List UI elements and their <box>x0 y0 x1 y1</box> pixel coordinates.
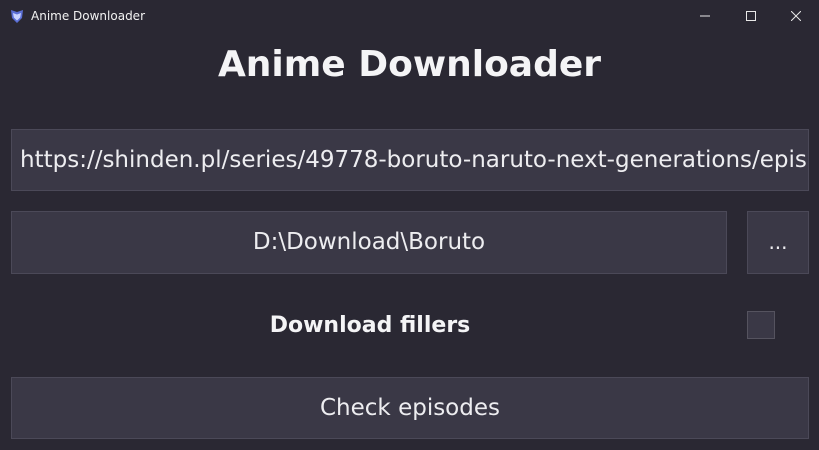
maximize-button[interactable] <box>728 0 774 32</box>
maximize-icon <box>746 11 756 21</box>
window-title: Anime Downloader <box>31 9 145 23</box>
close-button[interactable] <box>773 0 819 32</box>
page-title: Anime Downloader <box>217 44 602 85</box>
download-path-button[interactable]: D:\Download\Boruto <box>11 211 727 274</box>
close-icon <box>791 11 801 21</box>
minimize-icon <box>700 15 710 17</box>
download-fillers-label: Download fillers <box>269 313 471 338</box>
browse-button[interactable]: ... <box>747 211 809 274</box>
app-window: Anime Downloader Anime Downloader https:… <box>0 0 819 450</box>
download-fillers-checkbox[interactable] <box>747 311 775 339</box>
app-shield-icon <box>11 10 23 23</box>
check-episodes-button[interactable]: Check episodes <box>11 377 809 439</box>
minimize-button[interactable] <box>682 0 728 32</box>
title-bar[interactable]: Anime Downloader <box>0 0 819 32</box>
url-input[interactable]: https://shinden.pl/series/49778-boruto-n… <box>11 129 809 191</box>
